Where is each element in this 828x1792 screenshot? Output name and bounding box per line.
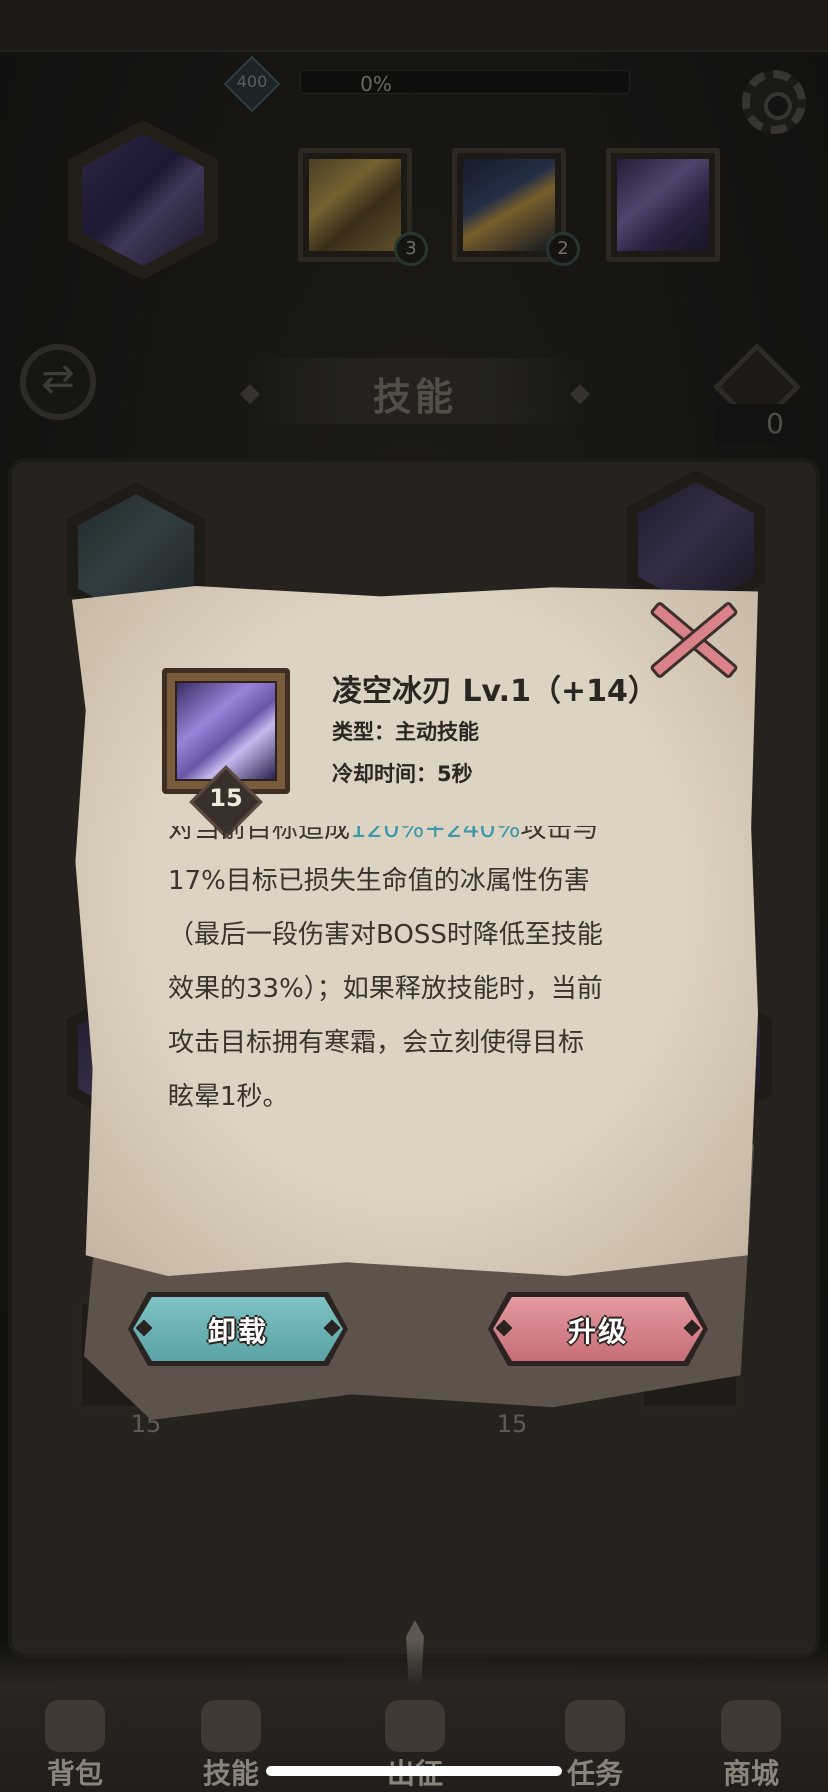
skill-name: 凌空冰刃 Lv.1（+14） xyxy=(332,674,658,709)
nav-item-expedition[interactable]: 出征 xyxy=(360,1700,470,1792)
home-indicator[interactable] xyxy=(266,1766,562,1776)
sword-icon xyxy=(385,1700,445,1752)
skill-description: 对当前目标造成120%+240%攻击与 17%目标已损失生命值的冰属性伤害 （最… xyxy=(160,826,700,1126)
nav-item-bag[interactable]: 背包 xyxy=(20,1700,130,1792)
nav-label: 商城 xyxy=(722,1757,779,1790)
nav-item-skills[interactable]: 技能 xyxy=(176,1700,286,1792)
nav-item-quests[interactable]: 任务 xyxy=(540,1700,650,1792)
skill-book-icon xyxy=(201,1700,261,1752)
description-line: 攻击目标拥有寒霜，会立刻使得目标 xyxy=(168,1028,585,1058)
description-line: 眩晕1秒。 xyxy=(168,1082,289,1112)
description-line: 效果的33%）；如果释放技能时，当前 xyxy=(168,974,603,1004)
unload-button[interactable]: 卸载 xyxy=(128,1292,348,1366)
description-line: 对当前目标造成120%+240%攻击与 xyxy=(168,826,599,844)
nav-item-shop[interactable]: 商城 xyxy=(696,1700,806,1792)
upgrade-button[interactable]: 升级 xyxy=(488,1292,708,1366)
unload-label: 卸载 xyxy=(207,1315,268,1348)
skill-cooldown: 冷却时间：5秒 xyxy=(332,762,473,786)
description-line: 17%目标已损失生命值的冰属性伤害 xyxy=(168,866,590,896)
quest-icon xyxy=(565,1700,625,1752)
upgrade-label: 升级 xyxy=(567,1315,628,1348)
nav-label: 背包 xyxy=(46,1757,103,1790)
game-screen: 400 0% 3 2 ◆ 技能 ◆ 0 1 xyxy=(0,0,828,1792)
skill-type: 类型：主动技能 xyxy=(332,720,479,744)
bag-icon xyxy=(45,1700,105,1752)
description-line: （最后一段伤害对BOSS时降低至技能 xyxy=(168,920,603,950)
skill-level: 15 xyxy=(209,784,243,812)
shop-icon xyxy=(721,1700,781,1752)
